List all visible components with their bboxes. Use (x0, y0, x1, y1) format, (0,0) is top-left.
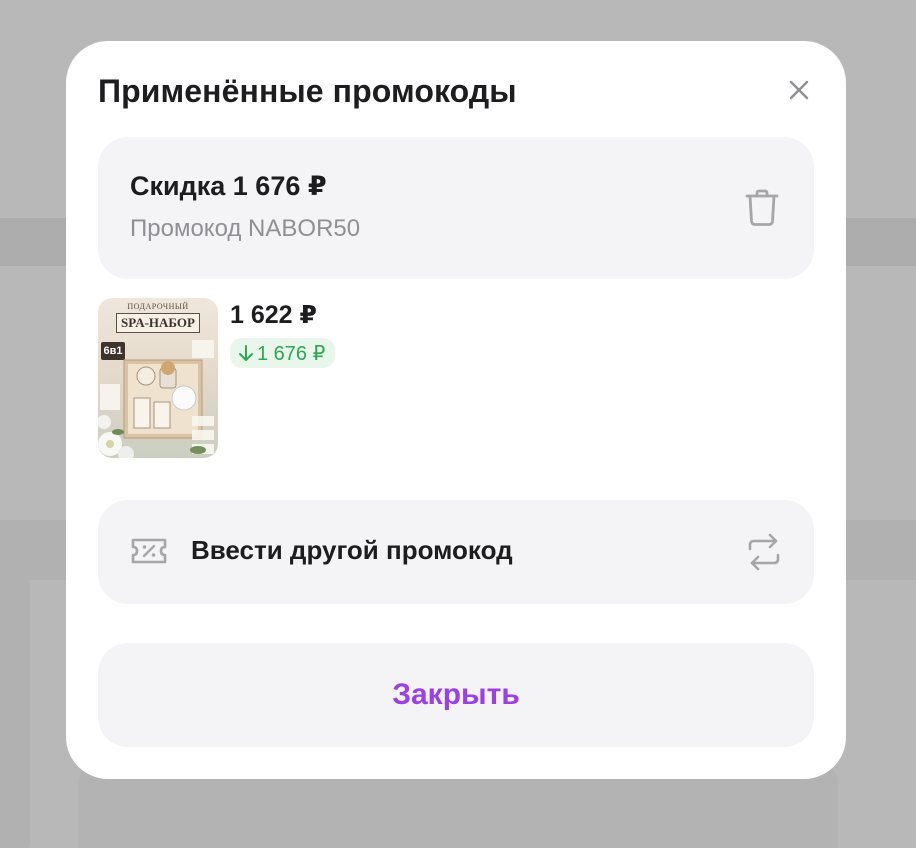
close-icon (789, 80, 809, 100)
product-photo-illustration (98, 340, 214, 458)
ticket-percent-icon (131, 538, 167, 564)
delete-promocode-button[interactable] (742, 187, 782, 229)
price-discount-amount: 1 676 ₽ (257, 342, 326, 365)
enter-another-promocode-label: Ввести другой промокод (191, 535, 513, 565)
product-image[interactable]: ПОДАРОЧНЫЙ SPA-НАБОР 6в1 (98, 298, 218, 458)
background-card (0, 565, 30, 848)
close-modal-button[interactable]: Закрыть (98, 643, 814, 747)
product-price: 1 622 ₽ (230, 301, 317, 329)
discount-card: Скидка 1 676 ₽ Промокод NABOR50 (98, 137, 814, 279)
discount-amount: Скидка 1 676 ₽ (130, 171, 327, 201)
price-discount-badge: 1 676 ₽ (230, 338, 336, 368)
enter-another-promocode-button[interactable]: Ввести другой промокод (98, 500, 814, 604)
trash-icon (745, 189, 779, 226)
applied-promocodes-modal: Применённые промокоды Скидка 1 676 ₽ Про… (66, 41, 846, 779)
modal-title: Применённые промокоды (98, 73, 517, 109)
swap-arrows-icon (748, 533, 780, 571)
arrow-down-icon (238, 344, 254, 362)
close-button[interactable] (784, 75, 814, 105)
promocode-label: Промокод NABOR50 (130, 215, 361, 242)
